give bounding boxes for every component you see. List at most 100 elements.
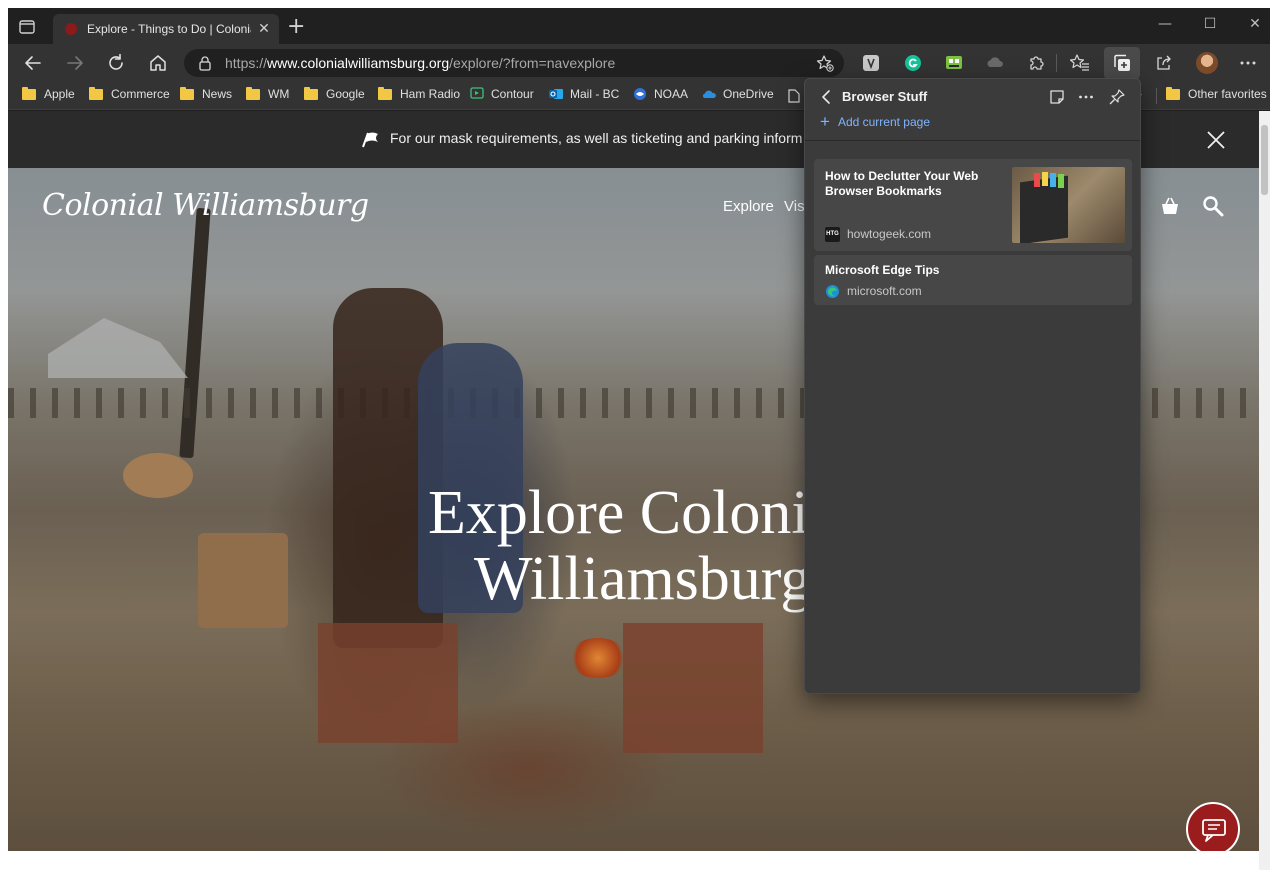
tab-bar: Explore - Things to Do | Colonial ✕ + — … — [8, 8, 1270, 44]
more-options-icon[interactable] — [1077, 88, 1095, 106]
browser-window: Explore - Things to Do | Colonial ✕ + — … — [8, 8, 1270, 870]
favorite-apple[interactable]: Apple — [22, 86, 75, 101]
add-favorite-icon[interactable] — [816, 54, 834, 72]
scrollbar[interactable] — [1259, 111, 1270, 870]
bookmark-tab — [1050, 173, 1056, 187]
tab-favicon-icon — [65, 23, 77, 35]
favorite-label: Ham Radio — [400, 87, 461, 101]
collection-item-title: Microsoft Edge Tips — [825, 263, 940, 277]
folder-icon — [1166, 86, 1180, 100]
url-host: www.colonialwilliamsburg.org — [267, 55, 450, 71]
back-icon[interactable] — [22, 52, 44, 74]
favorite-label: OneDrive — [723, 87, 774, 101]
bookmark-tab — [1034, 173, 1040, 187]
more-icon[interactable] — [1238, 53, 1258, 73]
nav-explore[interactable]: Explore — [723, 198, 774, 215]
favorite-news[interactable]: News — [180, 86, 233, 101]
add-current-page-button[interactable]: + Add current page — [820, 112, 930, 131]
extension-icon[interactable] — [861, 53, 881, 73]
cart-icon[interactable] — [1160, 196, 1180, 216]
url-scheme: https:// — [225, 55, 268, 71]
flag-icon — [362, 132, 378, 148]
favorite-label: News — [202, 87, 233, 101]
collections-header: Browser Stuff + Add current page — [805, 79, 1140, 141]
folder-icon — [180, 86, 194, 100]
favorite-contour[interactable]: Contour — [470, 87, 534, 101]
banner-text[interactable]: For our mask requirements, as well as ti… — [390, 130, 802, 146]
collection-title: Browser Stuff — [842, 89, 928, 104]
extensions-puzzle-icon[interactable] — [1026, 53, 1046, 73]
favorite-noaa[interactable]: NOAA — [633, 87, 688, 101]
folder-icon — [246, 86, 260, 100]
favorite-label: NOAA — [654, 87, 689, 101]
noaa-icon — [634, 88, 646, 100]
page-icon[interactable] — [788, 89, 800, 103]
favorite-label: Apple — [44, 87, 75, 101]
share-icon[interactable] — [1154, 53, 1174, 73]
pin-icon[interactable] — [1108, 88, 1126, 106]
collection-item[interactable]: Microsoft Edge Tips microsoft.com — [814, 255, 1132, 305]
favorite-commerce[interactable]: Commerce — [89, 86, 170, 101]
bookmark-tab — [1042, 172, 1048, 186]
toolbar-divider — [1056, 54, 1057, 72]
maximize-button[interactable]: ☐ — [1195, 16, 1225, 32]
screen: Explore - Things to Do | Colonial ✕ + — … — [0, 0, 1270, 870]
favorite-label: Google — [326, 87, 365, 101]
favorites-icon[interactable] — [1070, 53, 1090, 73]
folder-icon — [378, 86, 392, 100]
folder-icon — [304, 86, 318, 100]
grammarly-icon[interactable] — [903, 53, 923, 73]
scrollbar-thumb[interactable] — [1261, 125, 1268, 195]
profile-avatar[interactable] — [1196, 52, 1218, 74]
tab-close-icon[interactable]: ✕ — [257, 21, 271, 37]
new-tab-button[interactable]: + — [287, 16, 305, 38]
toolbar: https://www.colonialwilliamsburg.org/exp… — [8, 44, 1270, 82]
tab-title: Explore - Things to Do | Colonial — [87, 22, 251, 36]
tab-actions-icon[interactable] — [18, 18, 36, 36]
minimize-button[interactable]: — — [1150, 16, 1180, 32]
favorites-divider — [1156, 88, 1157, 104]
tab-active[interactable]: Explore - Things to Do | Colonial ✕ — [53, 14, 279, 44]
favorite-other-favorites[interactable]: Other favorites — [1166, 86, 1267, 101]
plus-icon: + — [820, 112, 830, 131]
edge-favicon-icon — [826, 285, 839, 298]
cloud-icon[interactable] — [985, 53, 1005, 73]
url-text[interactable]: https://www.colonialwilliamsburg.org/exp… — [225, 55, 615, 71]
back-chevron-icon[interactable] — [819, 89, 833, 105]
collection-item-domain: howtogeek.com — [847, 227, 932, 241]
home-icon[interactable] — [147, 52, 169, 74]
chat-button[interactable] — [1186, 802, 1240, 851]
folder-icon — [22, 86, 36, 100]
favorite-label: Other favorites — [1188, 87, 1267, 101]
onedrive-icon — [702, 90, 716, 98]
close-icon[interactable] — [1205, 129, 1227, 151]
address-bar[interactable]: https://www.colonialwilliamsburg.org/exp… — [184, 49, 844, 77]
nav-visit[interactable]: Vis — [784, 198, 805, 215]
search-icon[interactable] — [1202, 195, 1224, 217]
chat-icon — [1202, 819, 1226, 842]
favorite-wm[interactable]: WM — [246, 86, 290, 101]
favorite-onedrive[interactable]: OneDrive — [702, 87, 774, 101]
favorite-label: WM — [268, 87, 290, 101]
add-current-page-label: Add current page — [837, 115, 930, 129]
htg-favicon-icon: HTG — [825, 227, 840, 242]
extension-green-icon[interactable] — [944, 53, 964, 73]
favorite-mail-bc[interactable]: Mail - BC — [549, 87, 619, 101]
contour-icon — [470, 87, 484, 99]
favorite-label: Contour — [491, 87, 534, 101]
lock-icon[interactable] — [198, 55, 212, 71]
favorite-google[interactable]: Google — [304, 86, 365, 101]
close-window-button[interactable]: ✕ — [1240, 16, 1270, 32]
collections-icon — [1114, 54, 1130, 71]
refresh-icon[interactable] — [105, 52, 127, 74]
forward-icon[interactable] — [64, 52, 86, 74]
page-below-fold — [8, 851, 1259, 870]
site-logo[interactable]: Colonial Williamsburg — [42, 188, 369, 223]
collection-item[interactable]: How to Declutter Your Web Browser Bookma… — [814, 159, 1132, 251]
add-note-icon[interactable] — [1048, 88, 1066, 106]
collections-flyout: Browser Stuff + Add current page How to … — [804, 78, 1141, 694]
collection-item-title: How to Declutter Your Web Browser Bookma… — [825, 169, 979, 198]
outlook-icon — [549, 89, 563, 99]
favorite-ham-radio[interactable]: Ham Radio — [378, 86, 461, 101]
collections-button[interactable] — [1104, 47, 1140, 79]
